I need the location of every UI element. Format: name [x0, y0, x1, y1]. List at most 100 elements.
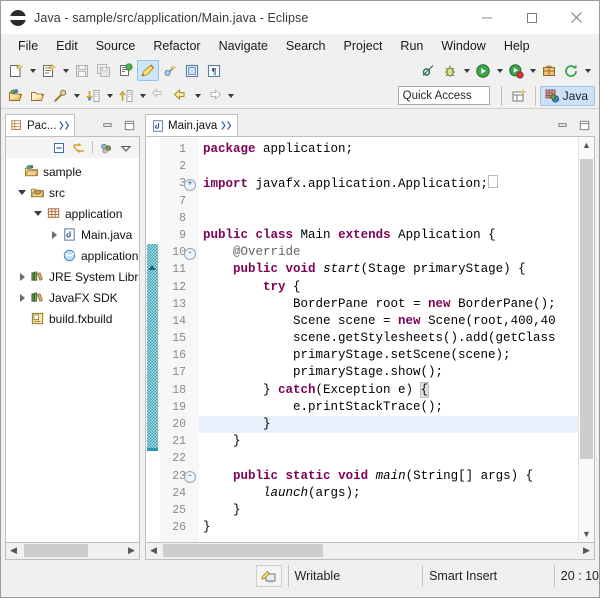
menu-project[interactable]: Project [335, 36, 392, 56]
tree-item-javafx-sdk[interactable]: JavaFX SDK [6, 287, 139, 308]
code-line[interactable]: } [199, 502, 578, 519]
tab-package-explorer[interactable]: Pac... [5, 114, 75, 136]
next-annotation-dropdown-caret[interactable] [104, 85, 115, 106]
maximize-editor-icon[interactable] [573, 116, 595, 134]
last-edit-location-icon[interactable] [148, 85, 170, 106]
minimize-view-icon[interactable] [96, 116, 118, 134]
menu-file[interactable]: File [9, 36, 47, 56]
code-line[interactable]: Scene scene = new Scene(root,400,40 [199, 313, 578, 330]
code-line[interactable]: } [199, 433, 578, 450]
tab-main-java[interactable]: Main.java [145, 114, 238, 136]
code-line[interactable] [199, 450, 578, 467]
code-line[interactable]: try { [199, 279, 578, 296]
tree-item-application-package[interactable]: application [6, 203, 139, 224]
new-java-class-dropdown-caret[interactable] [60, 60, 71, 81]
editor-code-area[interactable]: package application; import javafx.appli… [199, 137, 578, 542]
quick-access-input[interactable]: Quick Access [398, 86, 490, 105]
tree-item-application-css[interactable]: application [6, 245, 139, 266]
menu-navigate[interactable]: Navigate [210, 36, 277, 56]
tree-item-sample[interactable]: sample [6, 161, 139, 182]
forward-dropdown-caret[interactable] [225, 85, 236, 106]
perspective-java-button[interactable]: Java [540, 86, 595, 106]
hscroll-track[interactable] [21, 543, 124, 558]
code-line[interactable]: @Override [199, 244, 578, 261]
hscroll-track[interactable] [161, 543, 579, 558]
minimize-editor-icon[interactable] [551, 116, 573, 134]
scroll-left-icon[interactable]: ◀ [146, 543, 161, 558]
code-line[interactable]: } [199, 519, 578, 536]
open-task-icon[interactable] [181, 60, 203, 81]
twisty-collapsed[interactable] [15, 273, 29, 281]
code-line[interactable]: primaryStage.show(); [199, 364, 578, 381]
scroll-down-icon[interactable]: ▼ [579, 526, 595, 542]
debug-icon[interactable] [439, 60, 461, 81]
search-icon[interactable] [49, 85, 71, 106]
menu-edit[interactable]: Edit [47, 36, 87, 56]
code-line[interactable] [199, 158, 578, 175]
twisty-collapsed[interactable] [15, 294, 29, 302]
editor-marker-bar[interactable] [146, 137, 160, 542]
tree-item-main-java[interactable]: Main.java [6, 224, 139, 245]
code-line[interactable]: public class Main extends Application { [199, 227, 578, 244]
scroll-right-icon[interactable]: ▶ [124, 543, 139, 558]
tree-item-src[interactable]: src [6, 182, 139, 203]
tree-item-jre-system-library[interactable]: JRE System Library [6, 266, 139, 287]
code-line[interactable]: package application; [199, 141, 578, 158]
menu-help[interactable]: Help [495, 36, 539, 56]
maximize-view-icon[interactable] [118, 116, 140, 134]
run-icon[interactable] [472, 60, 494, 81]
menu-search[interactable]: Search [277, 36, 335, 56]
code-line[interactable]: primaryStage.setScene(scene); [199, 347, 578, 364]
refresh-icon[interactable] [560, 60, 582, 81]
debug-dropdown-caret[interactable] [461, 60, 472, 81]
fold-collapse-icon[interactable]: - [184, 248, 196, 260]
code-line[interactable]: e.printStackTrace(); [199, 399, 578, 416]
editor-vscrollbar[interactable]: ▲ ▼ [578, 137, 594, 542]
new-java-class-icon[interactable] [38, 60, 60, 81]
menu-window[interactable]: Window [432, 36, 494, 56]
code-line[interactable]: } [199, 416, 578, 433]
fold-expand-icon[interactable]: + [184, 179, 196, 191]
forward-icon[interactable] [203, 85, 225, 106]
twisty-expanded[interactable] [15, 190, 29, 195]
run-coverage-dropdown-caret[interactable] [527, 60, 538, 81]
code-line[interactable]: import javafx.application.Application; [199, 175, 578, 192]
code-line[interactable]: BorderPane root = new BorderPane(); [199, 296, 578, 313]
code-line[interactable] [199, 193, 578, 210]
code-line[interactable]: public static void main(String[] args) { [199, 468, 578, 485]
collapse-all-icon[interactable] [49, 139, 69, 157]
package-explorer-hscrollbar[interactable]: ◀ ▶ [5, 543, 140, 560]
menu-refactor[interactable]: Refactor [144, 36, 209, 56]
search-dropdown-caret[interactable] [71, 85, 82, 106]
twisty-collapsed[interactable] [47, 231, 61, 239]
open-task-list-icon[interactable] [27, 85, 49, 106]
vscroll-thumb[interactable] [580, 159, 593, 459]
build-all-icon[interactable] [159, 60, 181, 81]
code-line[interactable]: scene.getStylesheets().add(getClass [199, 330, 578, 347]
external-tools-icon[interactable] [538, 60, 560, 81]
vscroll-track[interactable] [579, 153, 595, 526]
run-coverage-icon[interactable] [505, 60, 527, 81]
refresh-dropdown-caret[interactable] [582, 60, 593, 81]
previous-annotation-dropdown-caret[interactable] [137, 85, 148, 106]
toggle-build-icon[interactable] [137, 60, 159, 81]
scroll-left-icon[interactable]: ◀ [6, 543, 21, 558]
menu-source[interactable]: Source [87, 36, 145, 56]
view-menu-chevron-icon[interactable] [116, 139, 136, 157]
close-icon[interactable] [554, 1, 599, 34]
hscroll-thumb[interactable] [24, 544, 88, 557]
open-type-icon[interactable] [5, 85, 27, 106]
twisty-expanded[interactable] [31, 211, 45, 216]
hscroll-thumb[interactable] [163, 544, 323, 557]
code-line[interactable]: } catch(Exception e) { [199, 382, 578, 399]
show-whitespace-icon[interactable]: ¶ [203, 60, 225, 81]
back-icon[interactable] [170, 85, 192, 106]
run-dropdown-caret[interactable] [494, 60, 505, 81]
scroll-up-icon[interactable]: ▲ [579, 137, 595, 153]
back-dropdown-caret[interactable] [192, 85, 203, 106]
minimize-icon[interactable] [464, 1, 509, 34]
new-dropdown-caret[interactable] [27, 60, 38, 81]
print-icon[interactable] [115, 60, 137, 81]
package-explorer-tree[interactable]: sample src [5, 158, 140, 543]
open-perspective-icon[interactable] [507, 85, 531, 106]
